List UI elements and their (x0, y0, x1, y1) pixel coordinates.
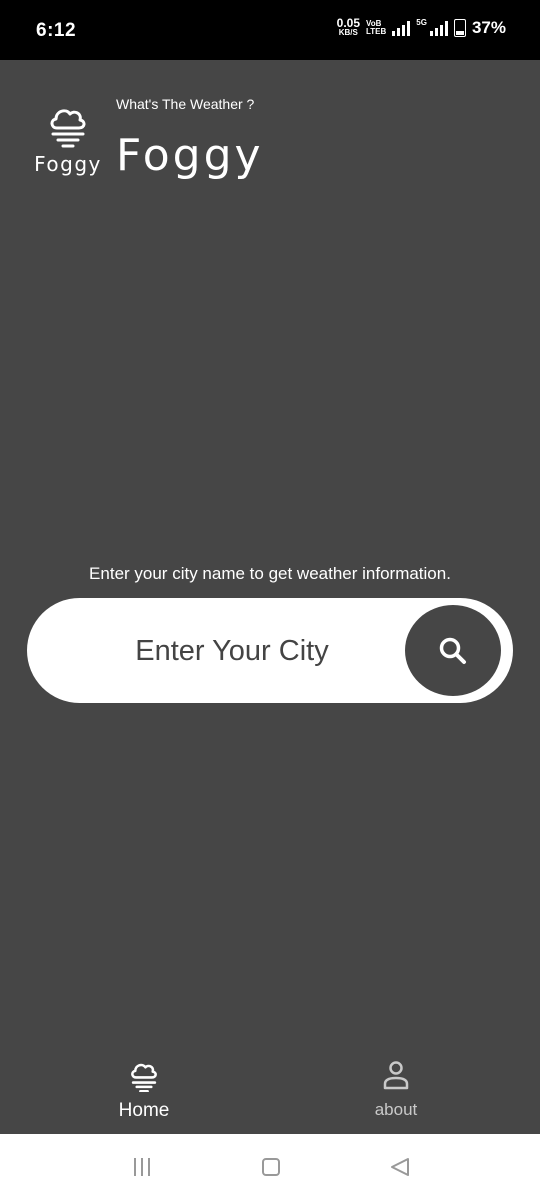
system-nav-bar (0, 1134, 540, 1200)
net-speed-unit: KB/S (338, 28, 358, 37)
foggy-cloud-icon (131, 1063, 157, 1092)
net-speed: 0.05 KB/S (336, 16, 360, 37)
volte-indicator: VoB LTEB (366, 20, 386, 36)
logo-text: Foggy (34, 152, 102, 176)
search-button[interactable] (405, 605, 501, 696)
signal-strength-2-icon (429, 20, 448, 36)
volte-bottom: LTEB (366, 27, 387, 36)
app-logo: Foggy (34, 104, 102, 176)
signal-strength-icon (392, 20, 411, 36)
status-bar: 6:12 0.05 KB/S VoB LTEB 5G 37% (0, 0, 540, 60)
net-speed-value: 0.05 (336, 16, 360, 30)
bottom-nav: Home about (0, 1050, 540, 1134)
person-icon (383, 1061, 409, 1090)
city-prompt: Enter your city name to get weather info… (89, 564, 451, 583)
nav-about[interactable]: about (326, 1060, 466, 1120)
city-search-input[interactable] (57, 598, 407, 705)
status-time: 6:12 (36, 20, 77, 41)
search-icon (439, 637, 466, 664)
search-bar (27, 598, 513, 705)
app-title: Foggy (116, 130, 264, 181)
recents-icon[interactable] (132, 1156, 152, 1183)
app-screen: 6:12 0.05 KB/S VoB LTEB 5G 37% Foggy Wha… (0, 0, 540, 1200)
nav-home[interactable]: Home (74, 1060, 214, 1122)
home-square-icon[interactable] (261, 1156, 281, 1183)
nav-about-label: about (374, 1100, 418, 1119)
app-subtitle: What's The Weather ? (116, 96, 255, 112)
network-type: 5G (416, 18, 427, 27)
battery-icon (453, 19, 466, 37)
status-icons: 0.05 KB/S VoB LTEB 5G 37% (336, 16, 506, 38)
foggy-cloud-icon (50, 109, 86, 148)
nav-home-label: Home (118, 1100, 170, 1121)
battery-percent: 37% (471, 18, 506, 37)
back-triangle-icon[interactable] (389, 1156, 411, 1183)
